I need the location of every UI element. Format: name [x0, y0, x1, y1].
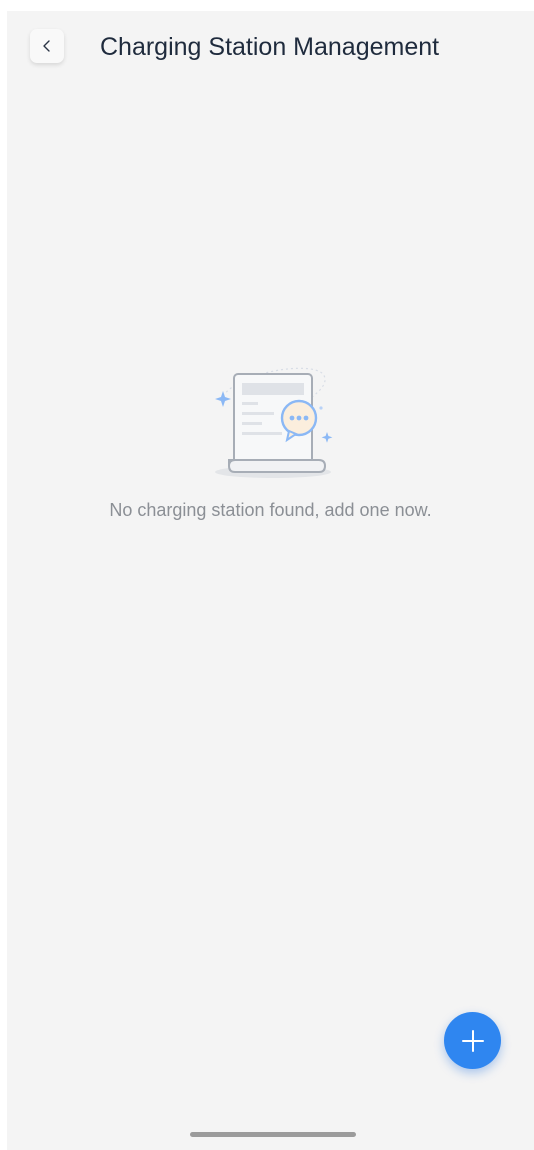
empty-document-chat-icon: [214, 367, 332, 478]
top-bar: Charging Station Management: [7, 11, 534, 83]
app-screen: Charging Station Management No charging …: [7, 11, 534, 1150]
plus-icon: [461, 1029, 484, 1052]
empty-message: No charging station found, add one now.: [109, 500, 432, 520]
home-indicator[interactable]: [190, 1132, 356, 1137]
add-station-button[interactable]: [444, 1012, 501, 1069]
back-button[interactable]: [30, 29, 64, 63]
empty-state: No charging station found, add one now.: [7, 356, 534, 521]
page-title: Charging Station Management: [100, 33, 440, 61]
chevron-left-icon: [43, 40, 50, 52]
